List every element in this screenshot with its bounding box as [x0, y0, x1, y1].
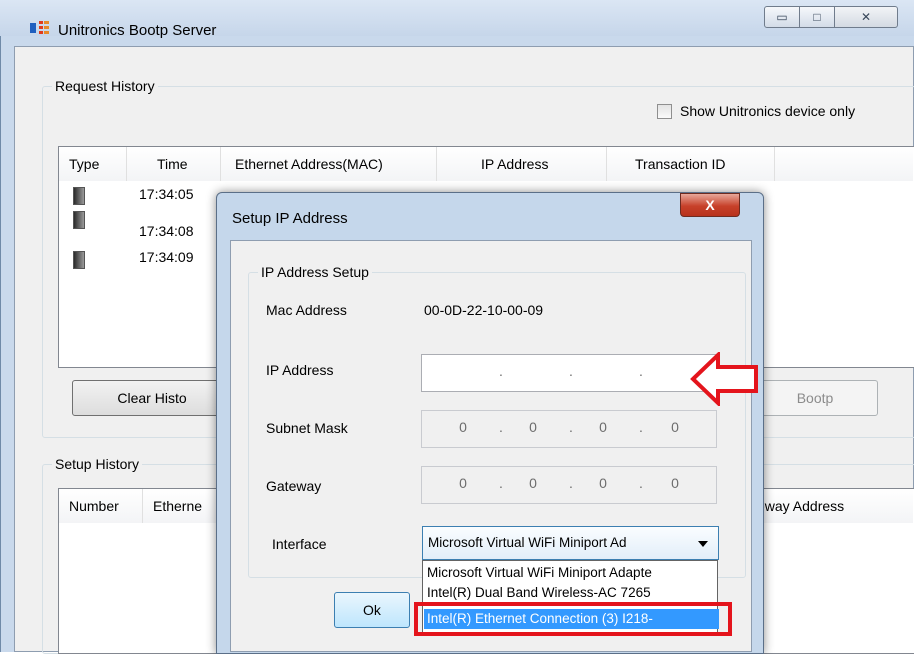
- gateway-octet: 0: [529, 475, 537, 491]
- gateway-input[interactable]: 0 . 0 . 0 . 0: [421, 466, 717, 504]
- ip-address-setup-legend: IP Address Setup: [258, 264, 372, 280]
- column-header-gateway-address[interactable]: eway Address: [747, 489, 913, 523]
- subnet-octet: 0: [599, 419, 607, 435]
- bootp-button[interactable]: Bootp: [752, 380, 878, 416]
- window-title: Unitronics Bootp Server: [58, 22, 217, 39]
- interface-option[interactable]: Intel(R) Dual Band Wireless-AC 7265: [427, 583, 715, 603]
- annotation-highlight-box: [414, 602, 732, 636]
- row-time: 17:34:05: [139, 186, 194, 202]
- column-header-type[interactable]: Type: [59, 147, 127, 181]
- mac-address-value: 00-0D-22-10-00-09: [424, 302, 544, 318]
- device-icon: [73, 211, 85, 229]
- interface-label: Interface: [272, 536, 327, 552]
- dialog-close-button[interactable]: X: [680, 193, 740, 217]
- gateway-label: Gateway: [266, 478, 322, 494]
- gateway-octet: 0: [671, 475, 679, 491]
- device-icon: [73, 187, 85, 205]
- annotation-arrow-icon: [690, 352, 758, 406]
- table-row[interactable]: 17:34:08: [59, 207, 219, 239]
- dialog-title: Setup IP Address: [232, 210, 348, 227]
- ip-address-label: IP Address: [266, 362, 334, 378]
- device-icon: [73, 251, 85, 269]
- subnet-octet: 0: [671, 419, 679, 435]
- row-time: 17:34:09: [139, 249, 194, 265]
- row-time: 17:34:08: [139, 223, 194, 239]
- column-header-time[interactable]: Time: [127, 147, 221, 181]
- interface-dropdown[interactable]: Microsoft Virtual WiFi Miniport Ad: [422, 526, 719, 560]
- mac-address-label: Mac Address: [266, 302, 347, 318]
- column-header-transaction-id[interactable]: Transaction ID: [607, 147, 775, 181]
- column-header-filler: [775, 147, 913, 181]
- maximize-button[interactable]: □: [799, 6, 835, 28]
- close-window-button[interactable]: ✕: [834, 6, 898, 28]
- show-unitronics-only-checkbox[interactable]: [657, 104, 672, 119]
- subnet-mask-label: Subnet Mask: [266, 420, 348, 436]
- subnet-octet: 0: [529, 419, 537, 435]
- gateway-octet: 0: [599, 475, 607, 491]
- app-icon: [30, 21, 49, 34]
- table-row[interactable]: 17:34:09: [59, 243, 219, 269]
- interface-option[interactable]: Microsoft Virtual WiFi Miniport Adapte: [427, 563, 715, 583]
- gateway-octet: 0: [459, 475, 467, 491]
- column-header-ip[interactable]: IP Address: [437, 147, 607, 181]
- column-header-mac[interactable]: Ethernet Address(MAC): [221, 147, 437, 181]
- chevron-down-icon[interactable]: [698, 541, 708, 547]
- subnet-mask-input[interactable]: 0 . 0 . 0 . 0: [421, 410, 717, 448]
- subnet-octet: 0: [459, 419, 467, 435]
- ip-address-input[interactable]: . . .: [421, 354, 717, 392]
- table-row[interactable]: 17:34:05: [59, 183, 219, 205]
- column-header-number[interactable]: Number: [59, 489, 143, 523]
- clear-history-button[interactable]: Clear Histo: [72, 380, 232, 416]
- ok-button[interactable]: Ok: [334, 592, 410, 628]
- show-unitronics-only-label[interactable]: Show Unitronics device only: [680, 103, 855, 119]
- request-history-legend: Request History: [52, 78, 158, 94]
- interface-selected-value: Microsoft Virtual WiFi Miniport Ad: [428, 535, 627, 550]
- setup-history-legend: Setup History: [52, 456, 143, 472]
- minimize-button[interactable]: ▭: [764, 6, 800, 28]
